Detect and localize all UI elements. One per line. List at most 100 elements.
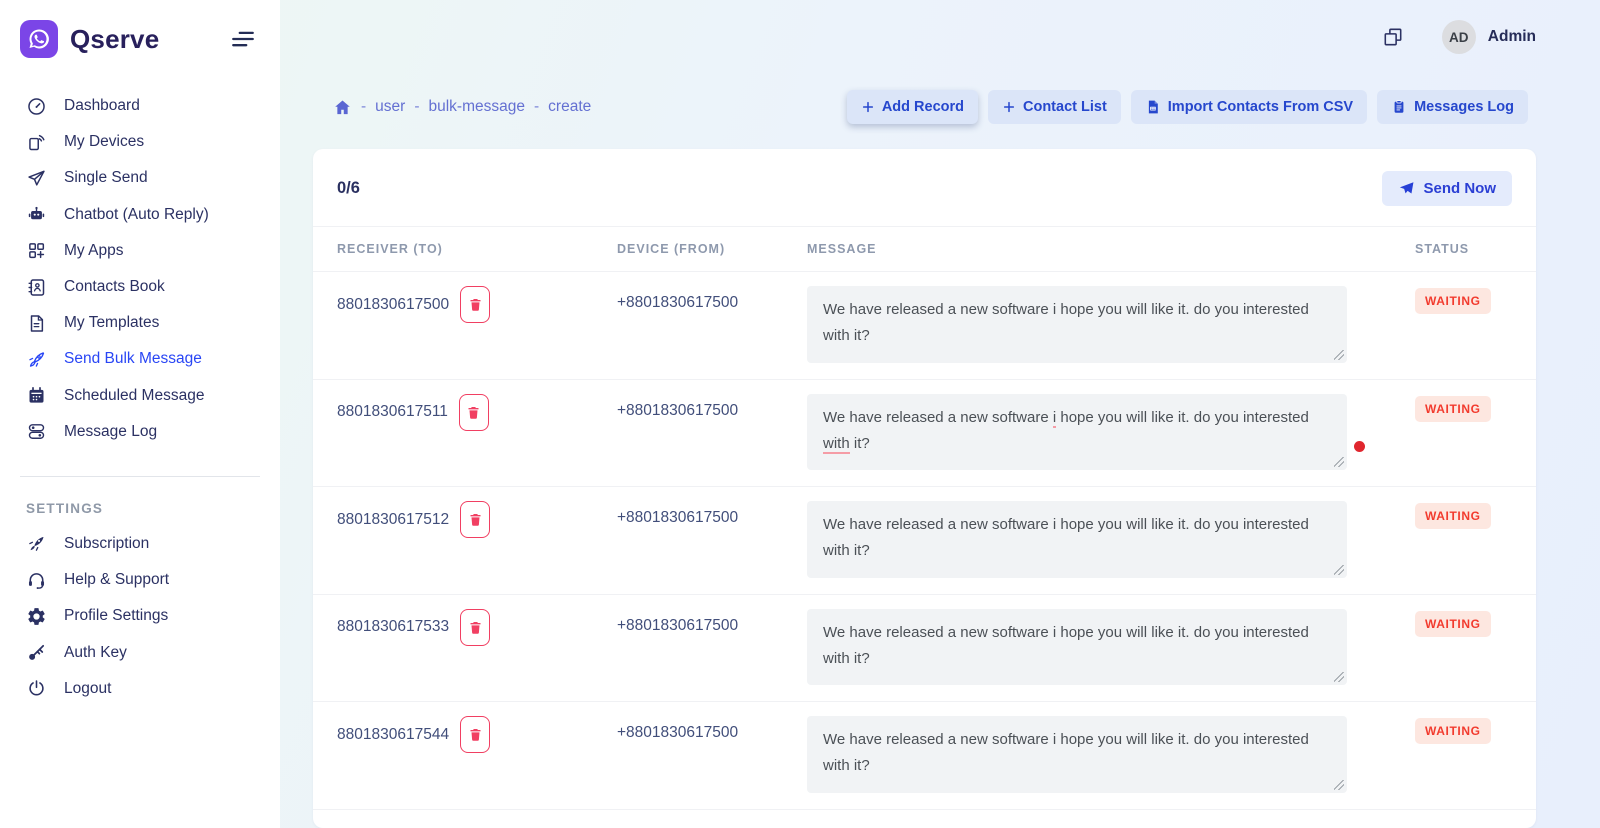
- delete-row-button[interactable]: [460, 286, 490, 323]
- top-header: AD Admin: [313, 0, 1536, 74]
- receiver-number: 8801830617511: [337, 403, 448, 421]
- sidebar-item-auth-key[interactable]: Auth Key: [0, 634, 280, 670]
- message-text: it?: [850, 435, 870, 452]
- import-contacts-csv-button[interactable]: Import Contacts From CSV: [1131, 90, 1367, 124]
- sidebar-item-label: My Devices: [64, 133, 144, 151]
- receiver-number: 8801830617500: [337, 296, 449, 314]
- device-number: +8801830617500: [617, 286, 807, 363]
- breadcrumb: - user - bulk-message - create: [313, 98, 591, 117]
- receiver-cell: 8801830617500: [337, 286, 617, 323]
- brand-logo[interactable]: [20, 20, 58, 58]
- message-cell: We have released a new software i hope y…: [807, 609, 1397, 686]
- messages-log-button[interactable]: Messages Log: [1377, 90, 1528, 124]
- page-actions: Add Record Contact List Import Contacts …: [847, 90, 1536, 124]
- main-content: AD Admin - user - bulk-message - create …: [280, 0, 1600, 828]
- table-row: 8801830617500 +8801830617500 We have rel…: [313, 272, 1536, 380]
- sidebar-item-label: Chatbot (Auto Reply): [64, 206, 209, 224]
- apps-icon: [26, 240, 47, 261]
- sidebar-item-label: Message Log: [64, 423, 157, 441]
- sidebar-item-message-log[interactable]: Message Log: [0, 414, 280, 450]
- breadcrumb-item-user[interactable]: user: [375, 98, 405, 116]
- send-plane-icon: [1398, 180, 1415, 197]
- sidebar-item-logout[interactable]: Logout: [0, 671, 280, 707]
- user-name[interactable]: Admin: [1488, 28, 1536, 46]
- trash-icon: [468, 297, 483, 312]
- delete-row-button[interactable]: [460, 609, 490, 646]
- messages-log-label: Messages Log: [1414, 99, 1514, 115]
- sidebar-item-chatbot[interactable]: Chatbot (Auto Reply): [0, 197, 280, 233]
- overlapping-squares-icon[interactable]: [1378, 22, 1408, 52]
- sidebar-item-label: Auth Key: [64, 644, 127, 662]
- calendar-icon: [26, 385, 47, 406]
- contact-list-button[interactable]: Contact List: [988, 90, 1121, 124]
- home-icon[interactable]: [333, 98, 352, 117]
- csv-file-icon: [1145, 99, 1161, 115]
- device-number: +8801830617500: [617, 501, 807, 578]
- delete-row-button[interactable]: [460, 501, 490, 538]
- sidebar-item-my-devices[interactable]: My Devices: [0, 124, 280, 160]
- status-cell: WAITING: [1397, 501, 1512, 529]
- status-badge: WAITING: [1415, 288, 1491, 314]
- receiver-cell: 8801830617533: [337, 609, 617, 646]
- message-textarea[interactable]: We have released a new software i hope y…: [807, 394, 1347, 471]
- column-header-receiver: RECEIVER (TO): [337, 242, 617, 256]
- message-textarea[interactable]: We have released a new software i hope y…: [807, 501, 1347, 578]
- delete-row-button[interactable]: [460, 716, 490, 753]
- sidebar-item-label: Single Send: [64, 169, 148, 187]
- status-cell: WAITING: [1397, 609, 1512, 637]
- receiver-cell: 8801830617512: [337, 501, 617, 538]
- sidebar-item-label: Dashboard: [64, 97, 140, 115]
- sidebar-item-label: Help & Support: [64, 571, 169, 589]
- breadcrumb-item-create[interactable]: create: [548, 98, 591, 116]
- message-textarea[interactable]: We have released a new software i hope y…: [807, 609, 1347, 686]
- message-textarea[interactable]: We have released a new software i hope y…: [807, 286, 1347, 363]
- sidebar-item-scheduled-message[interactable]: Scheduled Message: [0, 378, 280, 414]
- sidebar-item-label: Send Bulk Message: [64, 350, 202, 368]
- delete-row-button[interactable]: [459, 394, 489, 431]
- receiver-number: 8801830617533: [337, 618, 449, 636]
- sidebar-item-send-bulk-message[interactable]: Send Bulk Message: [0, 341, 280, 377]
- sidebar-item-my-apps[interactable]: My Apps: [0, 233, 280, 269]
- status-cell: WAITING: [1397, 394, 1512, 422]
- sidebar-item-label: Logout: [64, 680, 111, 698]
- message-cell: We have released a new software i hope y…: [807, 501, 1397, 578]
- grammar-alert-dot[interactable]: [1354, 441, 1365, 452]
- sidebar-item-contacts-book[interactable]: Contacts Book: [0, 269, 280, 305]
- column-header-device: DEVICE (FROM): [617, 242, 807, 256]
- message-cell: We have released a new software i hope y…: [807, 286, 1397, 363]
- message-cell: We have released a new software i hope y…: [807, 394, 1397, 471]
- brand-name: Qserve: [70, 24, 159, 55]
- breadcrumb-separator: -: [534, 98, 539, 116]
- contact-list-label: Contact List: [1023, 99, 1107, 115]
- bulk-message-card: 0/6 Send Now RECEIVER (TO) DEVICE (FROM)…: [313, 149, 1536, 828]
- add-record-button[interactable]: Add Record: [847, 90, 978, 124]
- receiver-number: 8801830617544: [337, 726, 449, 744]
- settings-section-label: SETTINGS: [0, 477, 280, 526]
- trash-icon: [468, 620, 483, 635]
- sidebar-item-dashboard[interactable]: Dashboard: [0, 88, 280, 124]
- sidebar-item-profile-settings[interactable]: Profile Settings: [0, 598, 280, 634]
- sidebar-item-my-templates[interactable]: My Templates: [0, 305, 280, 341]
- breadcrumb-item-bulk-message[interactable]: bulk-message: [429, 98, 526, 116]
- table-row: 8801830617544 +8801830617500 We have rel…: [313, 702, 1536, 810]
- message-text: hope you will like it. do you interested: [1056, 409, 1313, 426]
- hamburger-menu-icon[interactable]: [226, 22, 260, 56]
- table-row: 8801830617511 +8801830617500 We have rel…: [313, 380, 1536, 488]
- rocket-icon: [26, 349, 47, 370]
- avatar[interactable]: AD: [1442, 20, 1476, 54]
- sidebar-item-single-send[interactable]: Single Send: [0, 160, 280, 196]
- plus-icon: [1002, 100, 1016, 114]
- status-badge: WAITING: [1415, 503, 1491, 529]
- chatbot-icon: [26, 204, 47, 225]
- sidebar-item-subscription[interactable]: Subscription: [0, 526, 280, 562]
- sent-counter: 0/6: [337, 179, 360, 198]
- sidebar-item-label: Contacts Book: [64, 278, 165, 296]
- app-window: Qserve Dashboard My Devices Single Send …: [0, 0, 1600, 828]
- send-now-button[interactable]: Send Now: [1382, 171, 1512, 206]
- message-log-icon: [26, 421, 47, 442]
- send-now-label: Send Now: [1423, 180, 1496, 197]
- dashboard-icon: [26, 96, 47, 117]
- sidebar-item-help-support[interactable]: Help & Support: [0, 562, 280, 598]
- message-textarea[interactable]: We have released a new software i hope y…: [807, 716, 1347, 793]
- devices-icon: [26, 132, 47, 153]
